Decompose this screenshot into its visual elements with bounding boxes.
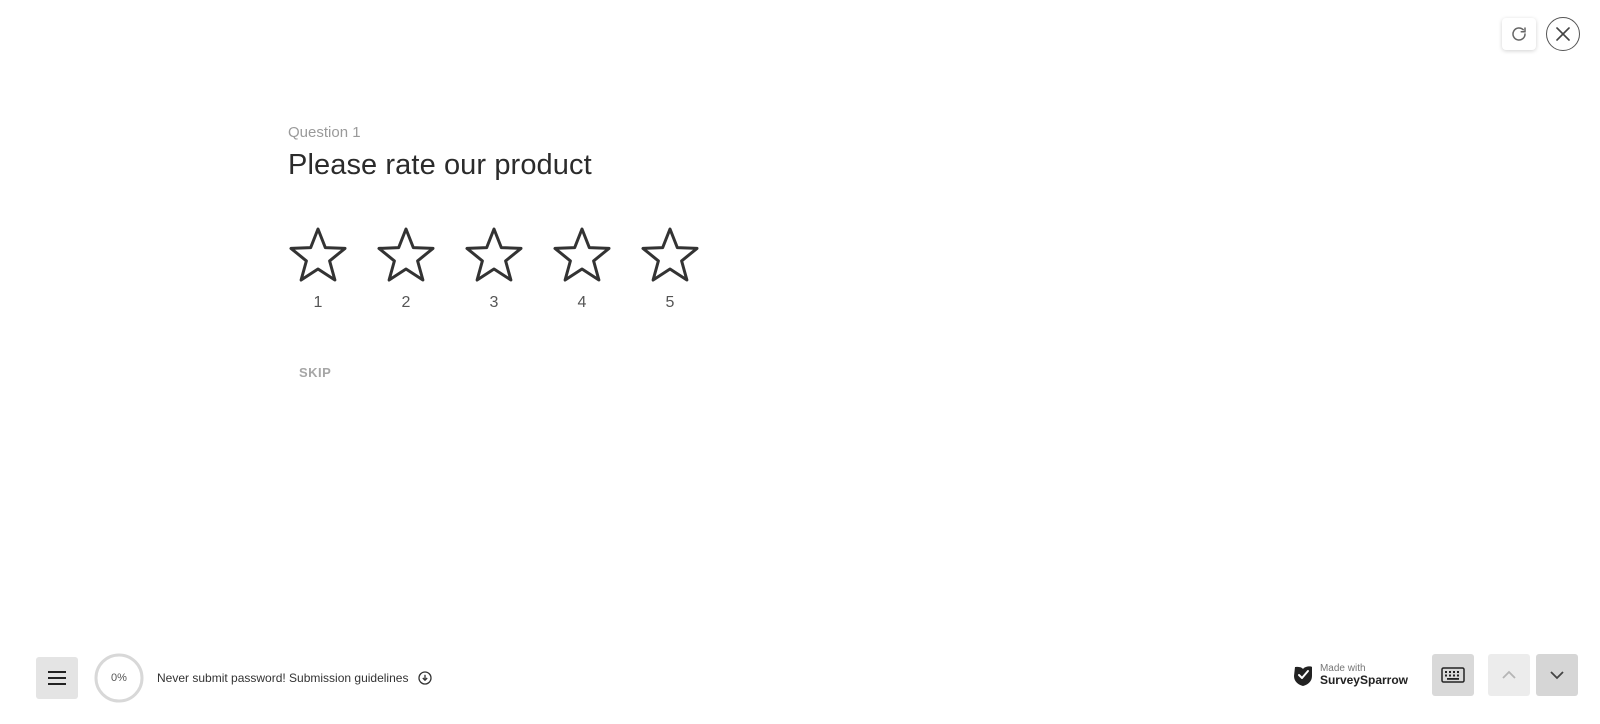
star-option[interactable]: 5 (640, 226, 700, 312)
progress-text: 0% (111, 672, 127, 684)
brand-name: SurveySparrow (1319, 672, 1408, 687)
chevron-down-icon (1550, 671, 1564, 680)
star-label: 2 (401, 294, 411, 311)
progress-indicator: 0% (94, 653, 144, 703)
made-with-badge[interactable]: Made with SurveySparrow (1292, 663, 1408, 687)
keyboard-icon (1441, 667, 1465, 683)
menu-button[interactable] (36, 657, 78, 699)
question-number: Question 1 (288, 124, 361, 141)
close-button[interactable] (1546, 17, 1580, 51)
keyboard-shortcuts-button[interactable] (1432, 654, 1474, 696)
star-label: 1 (313, 294, 323, 311)
star-option[interactable]: 4 (552, 226, 612, 312)
question-title: Please rate our product (288, 149, 592, 181)
chevron-up-icon (1502, 670, 1516, 679)
star-label: 4 (577, 294, 587, 311)
submission-guidelines-link[interactable]: Never submit password! Submission guidel… (157, 671, 433, 685)
download-circle-icon (418, 671, 433, 685)
star-outline-icon (465, 227, 523, 282)
menu-icon (48, 671, 66, 685)
star-option[interactable]: 1 (288, 226, 348, 312)
close-icon (1556, 27, 1570, 41)
previous-question-button[interactable] (1488, 654, 1530, 696)
star-label: 5 (665, 294, 675, 311)
star-label: 3 (489, 294, 499, 311)
star-option[interactable]: 2 (376, 226, 436, 312)
footer-right: Made with SurveySparrow (1292, 654, 1578, 696)
star-rating: 1 2 3 4 5 (288, 226, 700, 312)
top-actions (1502, 17, 1580, 51)
star-outline-icon (553, 227, 611, 282)
star-option[interactable]: 3 (464, 226, 524, 312)
restart-button[interactable] (1502, 18, 1536, 50)
surveysparrow-logo-icon (1293, 666, 1312, 686)
next-question-button[interactable] (1536, 654, 1578, 696)
star-outline-icon (289, 227, 347, 282)
guidelines-text: Never submit password! Submission guidel… (157, 671, 409, 685)
refresh-icon (1512, 27, 1526, 41)
star-outline-icon (377, 227, 435, 282)
question-navigation (1488, 654, 1578, 696)
question-block: Question 1 Please rate our product (288, 124, 592, 182)
footer-left: 0% Never submit password! Submission gui… (36, 653, 433, 703)
skip-button[interactable]: SKIP (299, 365, 331, 380)
star-outline-icon (641, 227, 699, 282)
